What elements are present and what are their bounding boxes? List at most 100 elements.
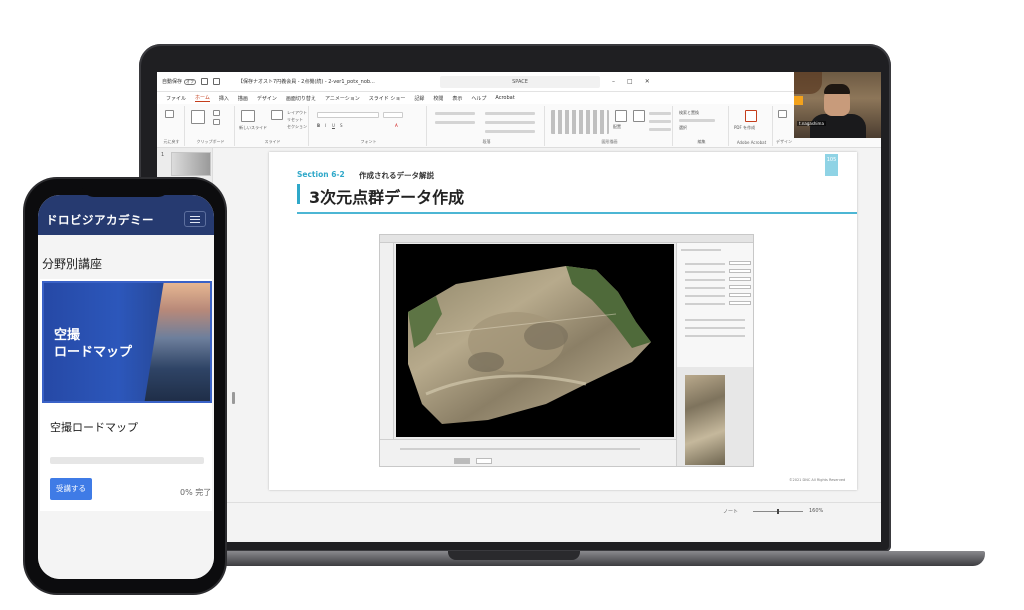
copy-icon[interactable] [213,119,220,125]
shape-effects[interactable] [649,128,671,131]
search-box[interactable]: SPACE [440,75,601,88]
font-size-select[interactable] [383,112,403,118]
group-label-font: フォント [360,139,377,144]
italic-icon[interactable]: I [325,123,326,128]
dictate-icon[interactable] [778,110,787,118]
property-row [685,279,725,281]
property-field[interactable] [729,301,751,305]
autosave-toggle[interactable]: オフ [184,78,197,85]
property-field[interactable] [729,285,751,289]
undo-ribbon-icon[interactable] [165,110,174,118]
tab-design[interactable]: デザイン [257,95,277,102]
property-field[interactable] [729,269,751,273]
splitter-handle[interactable] [232,392,235,404]
undo-icon[interactable] [213,78,221,85]
tab-help[interactable]: ヘルプ [471,95,486,102]
new-slide-icon[interactable] [241,110,255,122]
property-row [685,327,745,329]
shape-outline[interactable] [649,120,671,123]
property-field[interactable] [729,277,751,281]
smartart-convert[interactable] [485,130,535,133]
tab-animations[interactable]: アニメーション [325,95,360,102]
tab-view[interactable]: 表示 [452,95,462,102]
tab-file[interactable]: ファイル [166,95,186,102]
inner-toolbar [380,235,753,243]
page-number-tab: 105 [825,154,838,176]
progress-text: 0% 完了 [180,488,212,497]
slide-thumbnail[interactable] [171,152,211,176]
section-description: 作成されるデータ解説 [359,171,434,180]
property-field[interactable] [729,261,751,265]
shapes-gallery[interactable] [551,110,609,134]
laptop-screen: 自動保存 オフ 【保存ナオスト7円義会員 - 2点機(続) - 2-ver1_p… [157,72,881,542]
align-text[interactable] [485,121,535,124]
group-label-design: デザイン [776,139,792,144]
slide-canvas[interactable]: Section 6-2 作成されるデータ解説 3次元点群データ作成 105 ©2… [269,152,857,490]
minimize-button[interactable]: – [612,78,615,85]
hamburger-menu-icon[interactable] [184,211,206,227]
find-label[interactable]: 検索と置換 [679,110,699,116]
group-font: B I U S A フォント [311,106,427,146]
new-slide-label: 新しいスライド [239,125,267,130]
property-row [685,287,725,289]
property-row [685,271,725,273]
list-buttons[interactable] [435,112,475,115]
zoom-level[interactable]: 160% [809,508,823,514]
tab-slideshow[interactable]: スライド ショー [369,95,406,102]
notes-button[interactable]: ノート [723,508,738,515]
course-thumbnail[interactable]: 空撮 ロードマップ [42,281,212,403]
reuse-slide-icon[interactable] [271,110,283,120]
text-direction[interactable] [485,112,535,115]
property-field[interactable] [729,293,751,297]
font-color-icon[interactable]: A [395,123,398,128]
paste-icon[interactable] [191,110,205,124]
replace-button[interactable] [679,119,715,122]
zoom-slider[interactable] [753,509,803,514]
strikethrough-icon[interactable]: S [340,123,343,128]
group-editing: 検索と置換 選択 編集 [675,106,729,146]
menu-line [190,219,200,220]
cut-icon[interactable] [213,110,220,116]
maximize-button[interactable]: □ [627,78,633,85]
select-label[interactable]: 選択 [679,125,687,131]
font-name-select[interactable] [317,112,379,118]
menu-line [190,222,200,223]
tab-acrobat[interactable]: Acrobat [495,95,514,101]
arrange-icon[interactable] [615,110,627,122]
quick-style-icon[interactable] [633,110,645,122]
inner-button [454,458,470,464]
status-bar: ノート 160% [157,502,881,542]
align-buttons[interactable] [435,121,475,124]
group-paragraph: 段落 [429,106,545,146]
tab-draw[interactable]: 描画 [238,95,248,102]
group-design: デザイン [775,106,793,146]
section-number: Section 6-2 [297,170,345,179]
ribbon-tabs: ファイル ホーム 挿入 描画 デザイン 画面切り替え アニメーション スライド … [157,92,881,104]
aerial-photo [144,283,210,401]
app-logo[interactable]: ドロビジアカデミー [46,212,154,228]
property-row [685,263,725,265]
tab-record[interactable]: 記録 [414,95,424,102]
reset-label[interactable]: リセット [287,117,303,123]
property-row [685,335,745,337]
close-button[interactable]: ✕ [645,78,650,85]
tab-home[interactable]: ホーム [195,94,210,102]
tab-transitions[interactable]: 画面切り替え [286,95,316,102]
underline-icon[interactable]: U [332,123,335,128]
shape-fill[interactable] [649,112,671,115]
tab-review[interactable]: 校閲 [433,95,443,102]
enroll-button[interactable]: 受講する [50,478,92,500]
laptop-base [215,551,985,566]
layout-label[interactable]: レイアウト [287,110,307,116]
group-label-editing: 編集 [697,139,706,144]
copyright-text: ©2021 DNC All Rights Reserved [789,478,846,482]
course-title[interactable]: 空撮ロードマップ [50,419,138,435]
bold-icon[interactable]: B [317,123,320,128]
section-label[interactable]: セクション [287,124,307,130]
pdf-label: PDF を作成 [734,125,756,130]
tab-insert[interactable]: 挿入 [219,95,229,102]
save-icon[interactable] [201,78,209,85]
pdf-icon[interactable] [745,110,757,122]
timeline-track [400,448,640,450]
course-card[interactable]: 空撮 ロードマップ 空撮ロードマップ 受講する 0% 完了 [40,279,212,511]
